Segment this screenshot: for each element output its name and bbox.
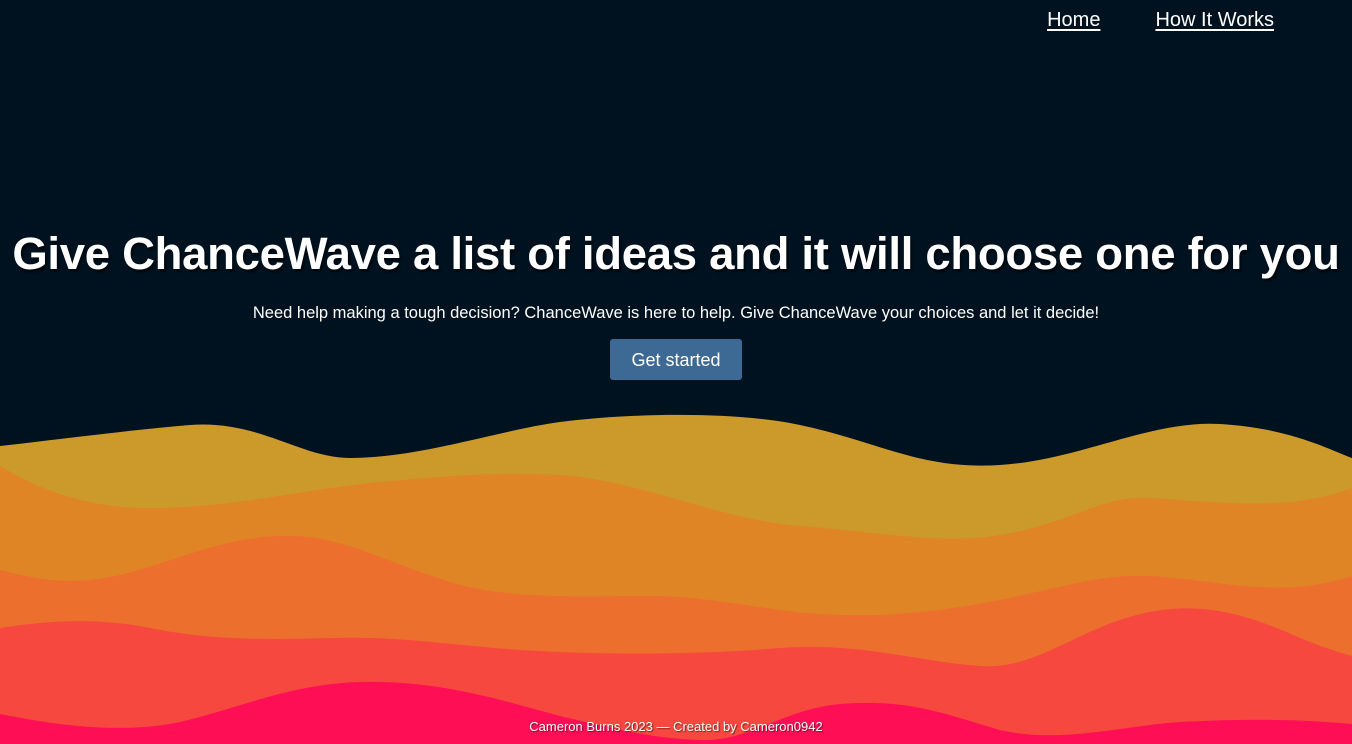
nav-link-home[interactable]: Home — [1047, 8, 1100, 32]
top-nav: Home How It Works — [1047, 8, 1274, 32]
hero-section: Give ChanceWave a list of ideas and it w… — [0, 226, 1352, 380]
footer: Cameron Burns 2023 — Created by Cameron0… — [0, 719, 1352, 734]
hero-subtitle: Need help making a tough decision? Chanc… — [252, 304, 1100, 322]
nav-link-how-it-works[interactable]: How It Works — [1155, 8, 1274, 32]
landing-page: Home How It Works Give ChanceWave a list… — [0, 0, 1352, 744]
hero-title: Give ChanceWave a list of ideas and it w… — [12, 228, 1340, 279]
footer-author-link[interactable]: Created by Cameron0942 — [673, 719, 823, 734]
get-started-button[interactable]: Get started — [610, 339, 742, 380]
footer-credit: Cameron Burns 2023 — — [529, 719, 674, 734]
